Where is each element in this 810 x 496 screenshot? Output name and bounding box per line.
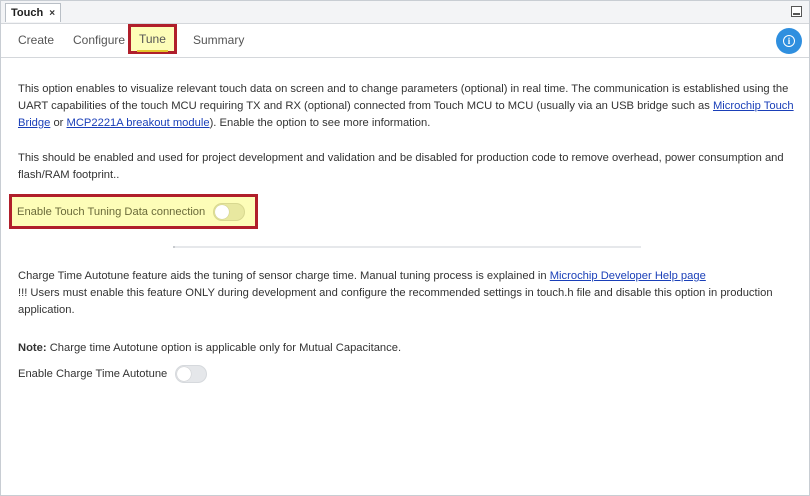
link-mcp2221a-breakout-module[interactable]: MCP2221A breakout module [67, 117, 210, 129]
charge-time-autotune-toggle[interactable] [175, 365, 208, 383]
info-button[interactable]: i [776, 28, 802, 54]
section-divider [173, 246, 641, 248]
tab-tune[interactable]: Tune [128, 24, 177, 54]
autotune-warning-text: !!! Users must enable this feature ONLY … [18, 287, 773, 316]
info-icon: i [783, 35, 795, 47]
autotune-description: Charge Time Autotune feature aids the tu… [18, 270, 773, 316]
tab-summary[interactable]: Summary [193, 33, 244, 47]
toggle-knob [177, 367, 192, 381]
document-tab-label: Touch [11, 7, 44, 19]
development-note-text: This should be enabled and used for proj… [18, 152, 784, 181]
tuning-intro-text: This option enables to visualize relevan… [18, 83, 794, 129]
link-developer-help-page[interactable]: Microchip Developer Help page [550, 270, 706, 282]
minimize-icon[interactable] [791, 6, 802, 17]
title-bar: Touch × [1, 1, 809, 24]
charge-time-autotune-row: Enable Charge Time Autotune [18, 365, 208, 383]
touch-window: Touch × Create Configure Tune Summary i … [0, 0, 810, 496]
tab-create[interactable]: Create [18, 33, 54, 47]
tuning-data-connection-row: Enable Touch Tuning Data connection [9, 194, 258, 229]
document-tab-touch[interactable]: Touch × [5, 3, 62, 22]
tabs-bar: Create Configure Tune Summary i [1, 24, 809, 58]
tuning-data-connection-label: Enable Touch Tuning Data connection [17, 205, 206, 218]
tuning-data-connection-toggle[interactable] [213, 202, 246, 221]
autotune-note: Note: Charge time Autotune option is app… [18, 342, 402, 354]
close-icon[interactable]: × [49, 8, 55, 19]
note-label: Note: [18, 342, 47, 354]
tab-configure[interactable]: Configure [73, 33, 125, 47]
toggle-knob [215, 204, 230, 219]
charge-time-autotune-label: Enable Charge Time Autotune [18, 368, 168, 380]
